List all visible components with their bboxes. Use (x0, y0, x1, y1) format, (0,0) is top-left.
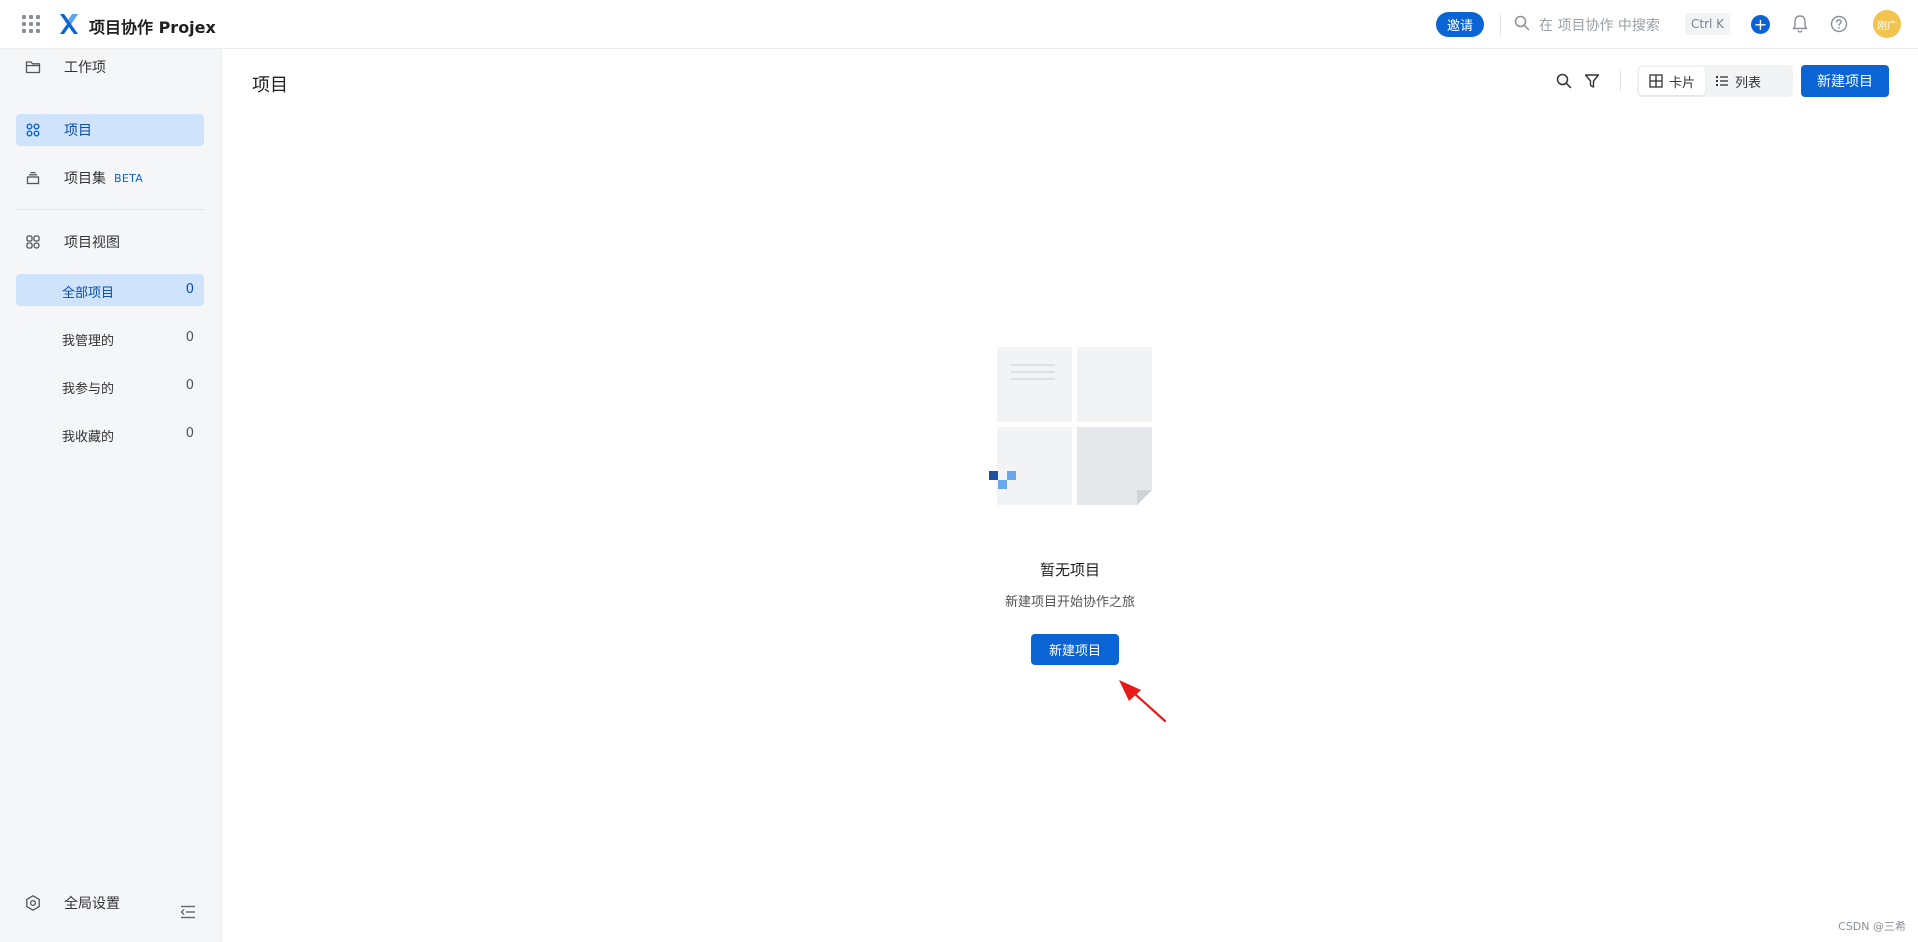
create-plus-button[interactable]: + (1751, 15, 1770, 34)
sidebar-view-all-projects[interactable]: 全部项目 0 (16, 274, 204, 306)
page-title: 项目 (252, 75, 288, 96)
card-view-icon (1649, 74, 1663, 88)
top-bar: 项目协作 Projex 邀请 在 项目协作 中搜索 Ctrl K + 刚广 (0, 0, 1918, 49)
sidebar-item-label: 项目 (64, 123, 92, 139)
toolbar-divider (1620, 71, 1621, 91)
global-settings-button[interactable]: 全局设置 (16, 887, 204, 919)
sidebar-view-participated[interactable]: 我参与的 0 (16, 370, 204, 402)
view-card-button[interactable]: 卡片 (1639, 67, 1706, 95)
global-search-input[interactable]: 在 项目协作 中搜索 (1539, 15, 1660, 35)
bell-icon[interactable] (1791, 14, 1809, 34)
sidebar-item-label: 项目集 (64, 171, 106, 187)
view-count: 0 (185, 378, 194, 393)
view-list-label: 列表 (1735, 75, 1762, 91)
sidebar-view-favorites[interactable]: 我收藏的 0 (16, 418, 204, 450)
view-list-button[interactable]: 列表 (1705, 67, 1771, 95)
sidebar-item-project-views[interactable]: 项目视图 (16, 226, 204, 258)
app-title: 项目协作 Projex (89, 18, 216, 37)
settings-hex-icon (26, 895, 40, 911)
help-icon[interactable] (1829, 14, 1849, 34)
view-label: 全部项目 (62, 286, 115, 301)
search-icon[interactable] (1514, 15, 1530, 31)
projex-logo-icon (60, 14, 78, 34)
empty-state-title: 暂无项目 (1039, 561, 1100, 579)
stack-icon (24, 169, 42, 187)
empty-new-project-button[interactable]: 新建项目 (1031, 634, 1119, 665)
view-card-label: 卡片 (1669, 75, 1696, 91)
sidebar-item-work-items[interactable]: 工作项 (16, 51, 204, 83)
view-label: 我收藏的 (62, 430, 115, 445)
view-grid-icon (24, 233, 42, 251)
view-toggle: 卡片 列表 (1637, 65, 1793, 97)
settings-label: 全局设置 (64, 896, 120, 912)
new-project-button[interactable]: 新建项目 (1801, 65, 1889, 97)
empty-state-subtitle: 新建项目开始协作之旅 (1004, 595, 1135, 610)
header-divider (1500, 14, 1501, 36)
view-label: 我参与的 (62, 382, 115, 397)
folder-icon (24, 58, 42, 76)
search-shortcut-badge: Ctrl K (1685, 13, 1731, 35)
sidebar-views-title: 项目视图 (64, 235, 120, 251)
apps-grid-icon[interactable] (22, 15, 40, 33)
sidebar-divider (16, 209, 204, 210)
main-content: 项目 卡片 列表 新建项目 暂无项目 新建项目开始协作之旅 新建项目 (222, 49, 1918, 942)
search-icon[interactable] (1556, 73, 1572, 89)
sidebar: 工作项 项目 项目集 BETA 项目视图 全部项目 0 我管理的 0 我参与的 … (0, 49, 222, 942)
user-avatar[interactable]: 刚广 (1873, 10, 1901, 38)
collapse-sidebar-icon[interactable] (180, 905, 196, 919)
grid-icon (24, 121, 42, 139)
sidebar-item-program[interactable]: 项目集 BETA (16, 162, 204, 194)
sidebar-view-managed[interactable]: 我管理的 0 (16, 322, 204, 354)
view-count: 0 (185, 330, 194, 345)
red-arrow-annotation (1119, 680, 1167, 723)
view-count: 0 (185, 426, 194, 441)
view-count: 0 (185, 282, 194, 297)
invite-button[interactable]: 邀请 (1436, 12, 1484, 37)
sidebar-item-projects[interactable]: 项目 (16, 114, 204, 146)
view-label: 我管理的 (62, 334, 115, 349)
filter-icon[interactable] (1584, 73, 1600, 89)
watermark: CSDN @三希 (1838, 920, 1906, 933)
empty-state-illustration (989, 347, 1152, 505)
sidebar-item-label: 工作项 (64, 60, 106, 76)
beta-badge: BETA (114, 171, 144, 185)
list-view-icon (1716, 76, 1729, 86)
